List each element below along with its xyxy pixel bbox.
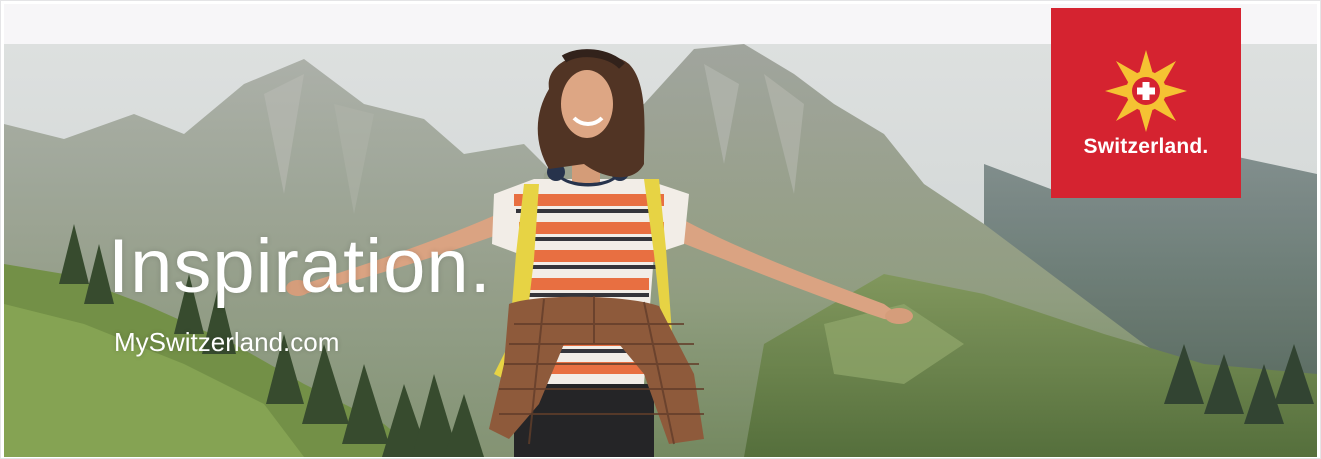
switzerland-logo[interactable]: Switzerland. bbox=[1051, 8, 1241, 198]
brand-name: Switzerland. bbox=[1083, 135, 1209, 158]
ad-banner[interactable]: Inspiration. MySwitzerland.com Switzerla… bbox=[0, 0, 1321, 459]
website-link[interactable]: MySwitzerland.com bbox=[114, 329, 339, 355]
headline: Inspiration. bbox=[108, 224, 492, 309]
swiss-flower-cross-icon bbox=[1105, 50, 1187, 132]
